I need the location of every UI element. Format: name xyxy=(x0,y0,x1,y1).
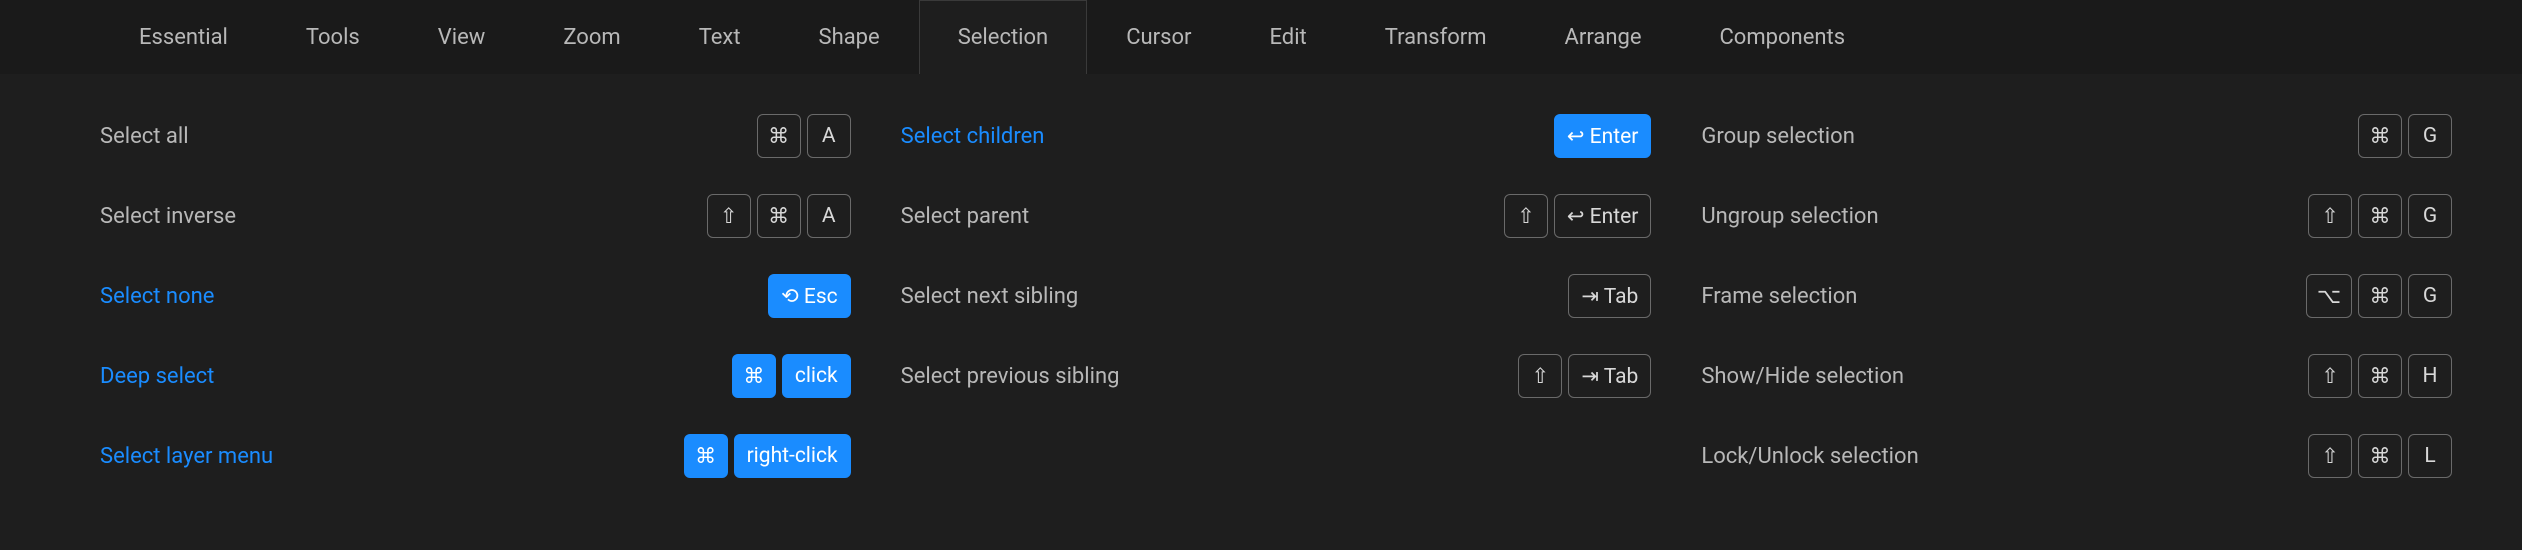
shortcut-keys: ⟲ Esc xyxy=(768,274,851,318)
key: ⇧ xyxy=(1518,354,1562,398)
shortcut-row: Lock/Unlock selection ⇧⌘L xyxy=(1701,416,2452,496)
key: ↩ Enter xyxy=(1554,194,1651,238)
key: H xyxy=(2408,354,2452,398)
shortcut-label: Select none xyxy=(100,284,214,309)
shortcut-label: Group selection xyxy=(1701,124,1855,149)
shortcut-label: Select next sibling xyxy=(901,284,1079,309)
shortcut-keys: ⌘G xyxy=(2358,114,2452,158)
shortcut-label: Ungroup selection xyxy=(1701,204,1878,229)
key: ⌘ xyxy=(2358,354,2402,398)
shortcut-keys: ⌘right-click xyxy=(684,434,851,478)
shortcut-row: Select parent ⇧↩ Enter xyxy=(901,176,1652,256)
shortcut-row: Select inverse ⇧⌘A xyxy=(100,176,851,256)
shortcut-label: Select layer menu xyxy=(100,444,273,469)
key: G xyxy=(2408,194,2452,238)
shortcut-label: Deep select xyxy=(100,364,214,389)
key: ⇧ xyxy=(2308,194,2352,238)
key: ⌘ xyxy=(732,354,776,398)
tab-cursor[interactable]: Cursor xyxy=(1087,0,1230,74)
key: ⌥ xyxy=(2306,274,2352,318)
shortcut-keys: ⇥ Tab xyxy=(1568,274,1651,318)
shortcut-row: Deep select ⌘click xyxy=(100,336,851,416)
shortcut-column: Select all⌘ASelect inverse⇧⌘ASelect none… xyxy=(100,96,851,496)
shortcut-label: Select previous sibling xyxy=(901,364,1120,389)
key: G xyxy=(2408,114,2452,158)
key: L xyxy=(2408,434,2452,478)
key: right-click xyxy=(734,434,851,478)
shortcut-keys: ⇧⌘G xyxy=(2308,194,2452,238)
shortcut-row: Select next sibling ⇥ Tab xyxy=(901,256,1652,336)
shortcut-row: Group selection ⌘G xyxy=(1701,96,2452,176)
shortcut-keys: ⇧⌘L xyxy=(2308,434,2452,478)
key: ⌘ xyxy=(2358,274,2402,318)
shortcut-keys: ⇧⌘A xyxy=(707,194,851,238)
shortcut-label: Lock/Unlock selection xyxy=(1701,444,1918,469)
key: ⇧ xyxy=(1504,194,1548,238)
key: ⌘ xyxy=(757,114,801,158)
shortcut-label: Select children xyxy=(901,124,1045,149)
key: ⟲ Esc xyxy=(768,274,851,318)
shortcut-keys: ⇧⌘H xyxy=(2308,354,2452,398)
key: ⇧ xyxy=(707,194,751,238)
shortcut-keys: ⌘click xyxy=(732,354,851,398)
tab-zoom[interactable]: Zoom xyxy=(524,0,659,74)
shortcut-keys: ⇧⇥ Tab xyxy=(1518,354,1651,398)
tab-transform[interactable]: Transform xyxy=(1346,0,1526,74)
tabbar: EssentialToolsViewZoomTextShapeSelection… xyxy=(0,0,2522,74)
key: ⇥ Tab xyxy=(1568,274,1651,318)
shortcut-row: Show/Hide selection ⇧⌘H xyxy=(1701,336,2452,416)
shortcut-content: Select all⌘ASelect inverse⇧⌘ASelect none… xyxy=(0,74,2522,496)
key: ⇧ xyxy=(2308,354,2352,398)
key: ⌘ xyxy=(2358,194,2402,238)
key: click xyxy=(782,354,851,398)
shortcut-row: Select children ↩ Enter xyxy=(901,96,1652,176)
tab-text[interactable]: Text xyxy=(660,0,780,74)
key: ⌘ xyxy=(2358,114,2402,158)
tab-shape[interactable]: Shape xyxy=(780,0,919,74)
key: ↩ Enter xyxy=(1554,114,1651,158)
key: ⌘ xyxy=(684,434,728,478)
shortcut-column: Select children↩ EnterSelect parent⇧↩ En… xyxy=(901,96,1652,496)
key: ⇥ Tab xyxy=(1568,354,1651,398)
shortcut-row: Select none ⟲ Esc xyxy=(100,256,851,336)
shortcut-label: Select parent xyxy=(901,204,1030,229)
key: ⌘ xyxy=(2358,434,2402,478)
tab-tools[interactable]: Tools xyxy=(267,0,399,74)
key: ⇧ xyxy=(2308,434,2352,478)
shortcut-label: Select all xyxy=(100,124,189,149)
tab-components[interactable]: Components xyxy=(1680,0,1884,74)
shortcut-label: Select inverse xyxy=(100,204,236,229)
shortcut-row: Select all ⌘A xyxy=(100,96,851,176)
key: ⌘ xyxy=(757,194,801,238)
key: A xyxy=(807,114,851,158)
shortcut-keys: ⌘A xyxy=(757,114,851,158)
key: G xyxy=(2408,274,2452,318)
tab-edit[interactable]: Edit xyxy=(1230,0,1345,74)
shortcut-row: Select layer menu ⌘right-click xyxy=(100,416,851,496)
tab-selection[interactable]: Selection xyxy=(919,0,1088,74)
shortcut-label: Frame selection xyxy=(1701,284,1857,309)
shortcut-keys: ↩ Enter xyxy=(1554,114,1651,158)
key: A xyxy=(807,194,851,238)
shortcut-keys: ⇧↩ Enter xyxy=(1504,194,1651,238)
tab-essential[interactable]: Essential xyxy=(100,0,267,74)
shortcut-column: Group selection⌘GUngroup selection⇧⌘GFra… xyxy=(1701,96,2452,496)
shortcut-row: Select previous sibling ⇧⇥ Tab xyxy=(901,336,1652,416)
tab-view[interactable]: View xyxy=(399,0,525,74)
shortcut-row: Ungroup selection ⇧⌘G xyxy=(1701,176,2452,256)
tab-arrange[interactable]: Arrange xyxy=(1526,0,1681,74)
shortcut-row: Frame selection ⌥⌘G xyxy=(1701,256,2452,336)
shortcut-label: Show/Hide selection xyxy=(1701,364,1904,389)
shortcut-keys: ⌥⌘G xyxy=(2306,274,2452,318)
